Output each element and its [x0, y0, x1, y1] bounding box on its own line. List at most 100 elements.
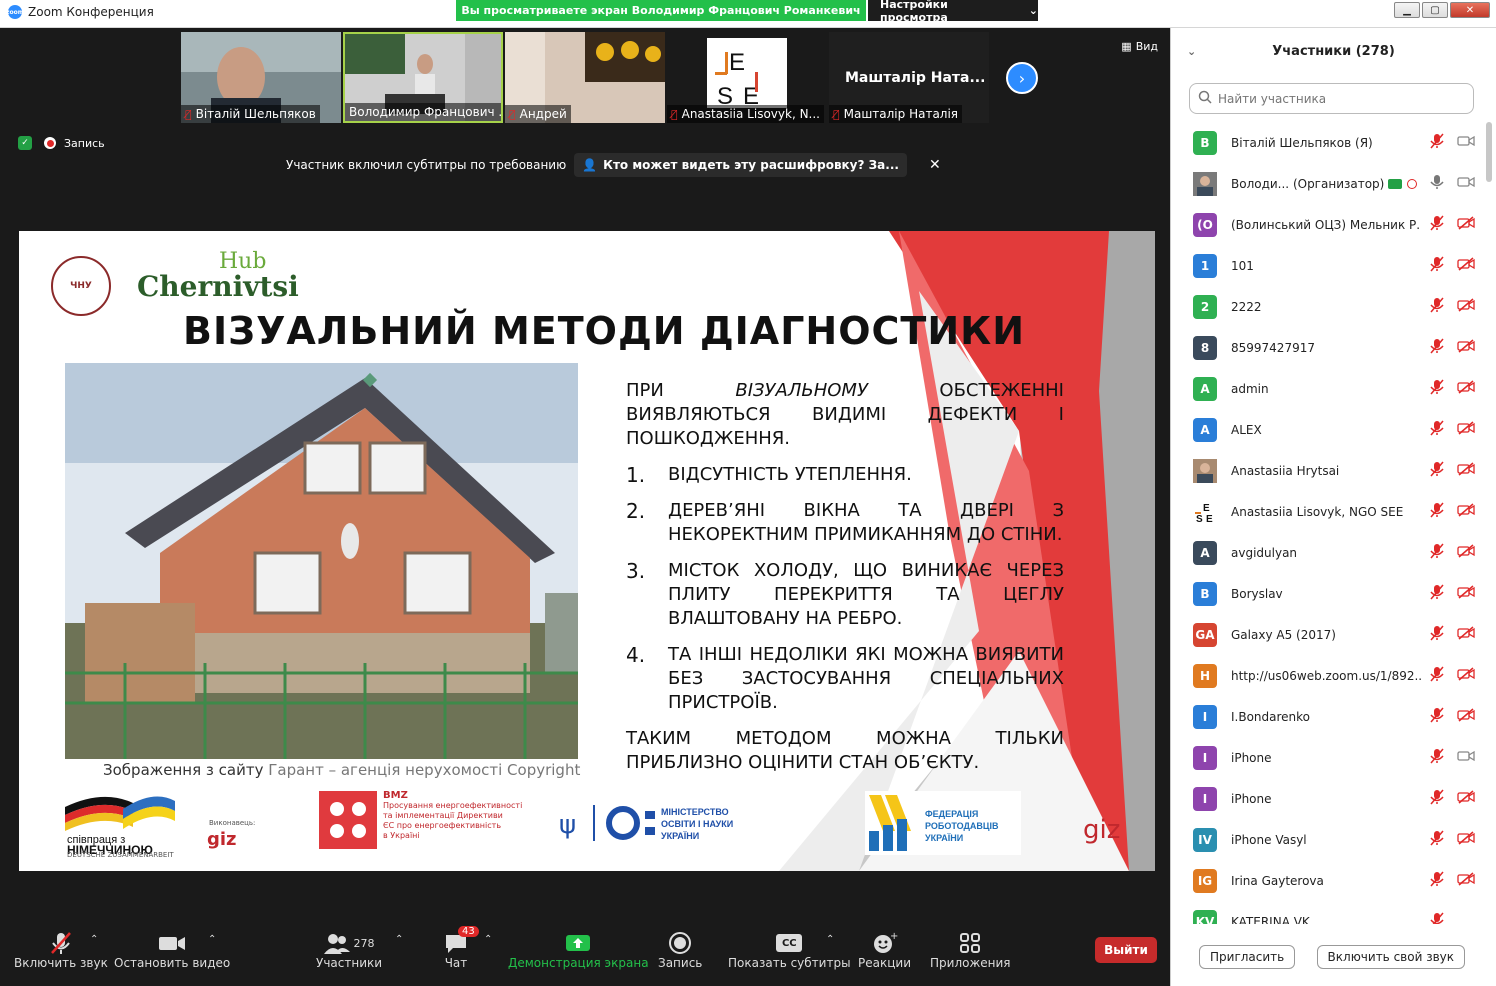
- participant-row[interactable]: IiPhone: [1171, 737, 1487, 778]
- participant-row[interactable]: Aadmin: [1171, 368, 1487, 409]
- meeting-toolbar: Включить звук ⌃ Остановить видео ⌃ 278 У…: [0, 924, 1168, 986]
- video-thumb[interactable]: 🎙̸ Віталій Шельпяков: [181, 32, 341, 123]
- list-scrollbar[interactable]: [1486, 122, 1492, 182]
- share-screen-button[interactable]: Демонстрация экрана: [508, 930, 649, 970]
- subtitles-options-caret[interactable]: ⌃: [826, 934, 834, 945]
- avatar: В: [1193, 130, 1217, 155]
- participant-row[interactable]: Anastasiia Hrytsai: [1171, 450, 1487, 491]
- audio-options-caret[interactable]: ⌃: [90, 934, 98, 945]
- avatar: KV: [1193, 909, 1217, 924]
- giz-corner-logo: giz: [1083, 815, 1121, 845]
- participant-row[interactable]: KV KATERINA VK: [1171, 901, 1487, 924]
- view-settings-menu[interactable]: Настройки просмотра ⌄: [868, 0, 1038, 24]
- zoom-logo-icon: zoom: [6, 5, 24, 19]
- participant-row[interactable]: A ALEX: [1171, 409, 1487, 450]
- avatar: H: [1193, 663, 1217, 688]
- university-logo: ЧНУ: [51, 256, 111, 316]
- chevron-down-icon[interactable]: ⌄: [1187, 45, 1196, 58]
- participant-row[interactable]: I I.Bondarenko: [1171, 696, 1487, 737]
- avatar: B: [1193, 581, 1217, 606]
- closed-captions-icon: CC: [776, 930, 803, 956]
- participant-row[interactable]: В Віталій Шельпяков (Я): [1171, 122, 1487, 163]
- chat-options-caret[interactable]: ⌃: [484, 934, 492, 945]
- participant-row[interactable]: Aavgidulyan: [1171, 532, 1487, 573]
- mic-muted-icon: [1429, 871, 1445, 890]
- search-icon: [1198, 90, 1212, 107]
- video-options-caret[interactable]: ⌃: [208, 934, 216, 945]
- participant-row[interactable]: IG Irina Gayterova: [1171, 860, 1487, 901]
- avatar: 2: [1193, 294, 1217, 319]
- title-bar: zoom Zoom Конференция Вы просматриваете …: [0, 0, 1496, 28]
- participant-search[interactable]: [1189, 83, 1474, 114]
- participant-name: Boryslav: [1231, 586, 1283, 601]
- reactions-button[interactable]: + Реакции: [858, 930, 911, 970]
- thumb-name-label: 🎙̸ Андрей: [505, 105, 571, 123]
- mic-muted-icon: [1429, 543, 1445, 562]
- participants-button[interactable]: 278 Участники: [316, 930, 382, 970]
- list-item: 4. ТА ІНШІ НЕДОЛІКИ ЯКІ МОЖНА ВИЯВИТИ БЕЗ…: [626, 643, 1064, 713]
- video-thumb-active-speaker[interactable]: Володимир Францович ...: [343, 32, 503, 123]
- svg-text:УКРАЇНИ: УКРАЇНИ: [925, 833, 963, 843]
- close-icon[interactable]: ✕: [929, 157, 941, 173]
- participant-row[interactable]: E S E Anastasiia Lisovyk, NGO SEE: [1171, 491, 1487, 532]
- close-window-button[interactable]: ✕: [1450, 2, 1490, 18]
- video-thumb[interactable]: Машталір Ната... 🎙̸ Машталір Наталія: [829, 32, 989, 123]
- participants-options-caret[interactable]: ⌃: [395, 934, 403, 945]
- participant-row[interactable]: IV iPhone Vasyl: [1171, 819, 1487, 860]
- record-button[interactable]: Запись: [658, 930, 702, 970]
- avatar: IV: [1193, 827, 1217, 852]
- avatar: A: [1193, 376, 1217, 401]
- mic-icon: [1429, 174, 1445, 193]
- participant-status-icons: [1429, 543, 1475, 562]
- video-off-icon: [1457, 503, 1475, 520]
- chat-button[interactable]: 43 Чат: [444, 926, 479, 970]
- participant-row[interactable]: B Boryslav: [1171, 573, 1487, 614]
- invite-button[interactable]: Пригласить: [1199, 945, 1296, 969]
- shield-icon[interactable]: ✓: [18, 136, 32, 150]
- participant-row[interactable]: IiPhone: [1171, 778, 1487, 819]
- slide-body: ПРИ ВІЗУАЛЬНОМУ ОБСТЕЖЕННІ ВИЯВЛЯЮТЬСЯ В…: [626, 379, 1064, 787]
- record-icon: [668, 930, 692, 956]
- participant-row[interactable]: 1 101: [1171, 245, 1487, 286]
- share-screen-icon: [565, 930, 591, 956]
- participant-name: (Волинський ОЦЗ) Мельник Р...: [1231, 217, 1421, 232]
- chat-unread-badge: 43: [458, 926, 479, 937]
- bmz-logo: [319, 791, 377, 849]
- participant-status-icons: [1429, 502, 1475, 521]
- svg-text:E: E: [1206, 514, 1213, 524]
- minimize-button[interactable]: ▁: [1394, 2, 1420, 18]
- chevron-down-icon: ⌄: [1028, 4, 1038, 17]
- next-page-button[interactable]: ›: [1006, 62, 1038, 94]
- mic-muted-icon: [1429, 707, 1445, 726]
- slide-title: ВІЗУАЛЬНИЙ МЕТОДИ ДІАГНОСТИКИ: [182, 309, 1026, 353]
- video-thumb[interactable]: 🎙̸ Андрей: [505, 32, 665, 123]
- recording-indicator[interactable]: Запись: [44, 137, 105, 150]
- app-title: zoom Zoom Конференция: [6, 5, 154, 19]
- thumb-big-name: Машталір Ната...: [845, 70, 986, 86]
- leave-meeting-button[interactable]: Выйти: [1095, 937, 1157, 963]
- mic-muted-icon: [1429, 830, 1445, 849]
- screen-share-banner: Вы просматриваете экран Володимир Францо…: [456, 0, 866, 21]
- participant-row[interactable]: (О (Волинський ОЦЗ) Мельник Р...: [1171, 204, 1487, 245]
- participant-row[interactable]: 8 85997427917: [1171, 327, 1487, 368]
- apps-button[interactable]: Приложения: [930, 930, 1011, 970]
- avatar: ESE: [1193, 499, 1217, 524]
- search-input[interactable]: [1218, 91, 1458, 106]
- unmute-self-button[interactable]: Включить свой звук: [1316, 945, 1465, 969]
- participant-status-icons: [1429, 338, 1475, 357]
- svg-text:ФЕДЕРАЦІЯ: ФЕДЕРАЦІЯ: [925, 809, 978, 819]
- participant-row[interactable]: 2 2222: [1171, 286, 1487, 327]
- participant-status-icons: [1429, 912, 1475, 924]
- subtitles-info-button[interactable]: 👤 Кто может видеть эту расшифровку? За..…: [574, 153, 907, 177]
- participant-row[interactable]: Володи... (Организатор): [1171, 163, 1487, 204]
- participant-row[interactable]: Hhttp://us06web.zoom.us/1/892...: [1171, 655, 1487, 696]
- list-item: 2. ДЕРЕВ’ЯНІ ВІКНА ТА ДВЕРІ З НЕКОРЕКТНИМ…: [626, 499, 1064, 545]
- participant-status-icons: [1429, 666, 1475, 685]
- view-button[interactable]: ▦ Вид: [1121, 40, 1158, 53]
- participant-row[interactable]: GA Galaxy A5 (2017): [1171, 614, 1487, 655]
- avatar: A: [1193, 417, 1217, 442]
- mic-muted-icon: [1429, 666, 1445, 685]
- mic-muted-icon: 🎙̸: [833, 107, 840, 121]
- video-thumb[interactable]: E S E 🎙̸ Anastasiia Lisovyk, N...: [667, 32, 827, 123]
- maximize-button[interactable]: ▢: [1422, 2, 1448, 18]
